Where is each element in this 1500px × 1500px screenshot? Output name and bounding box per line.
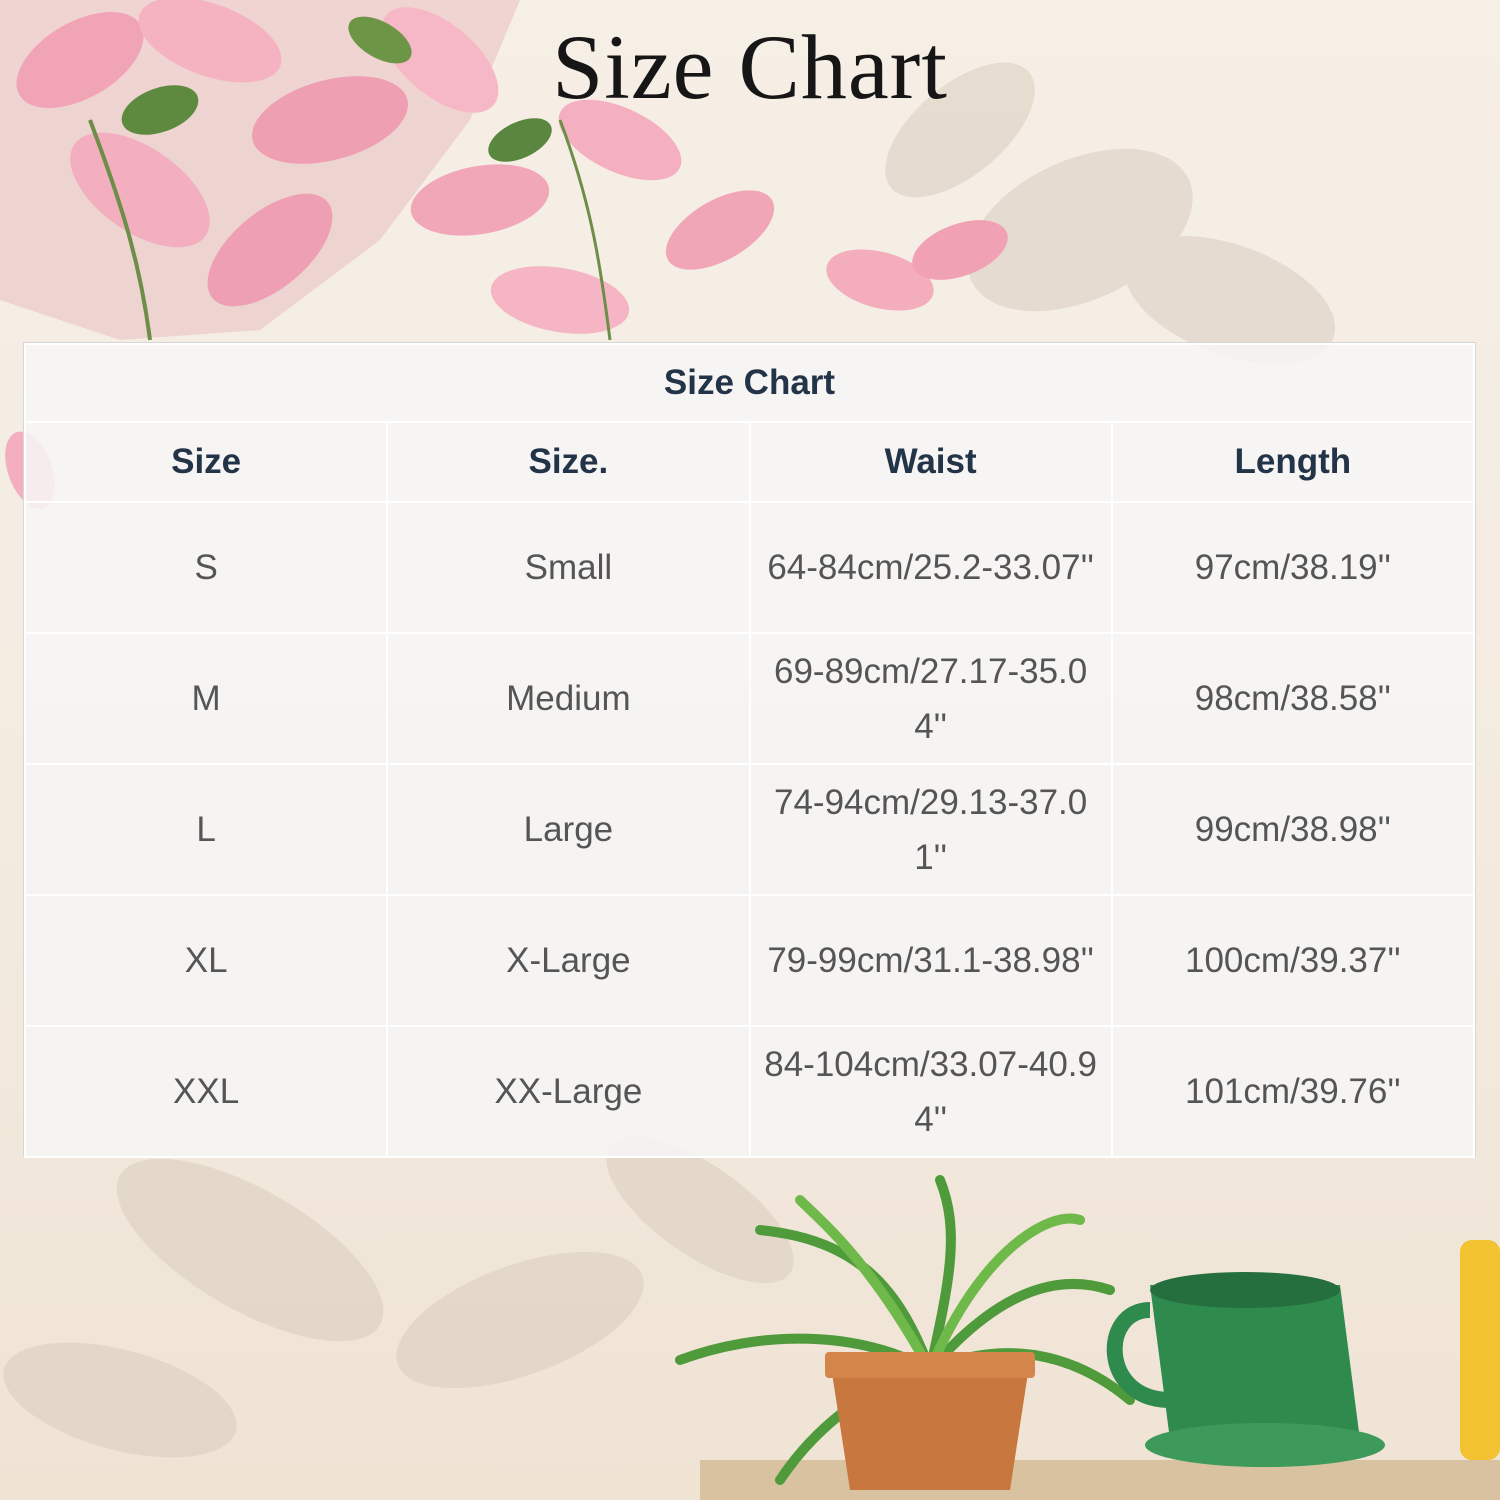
size-cell: XXL [23, 1025, 389, 1158]
table-row: XXL XX-Large 84-104cm/33.07-40.94'' 101c… [23, 1025, 1476, 1158]
terracotta-pot [830, 1360, 1030, 1490]
table-row: L Large 74-94cm/29.13-37.01'' 99cm/38.98… [23, 763, 1476, 896]
waist-cell: 69-89cm/27.17-35.04'' [748, 632, 1113, 765]
table-row: XL X-Large 79-99cm/31.1-38.98'' 100cm/39… [23, 894, 1476, 1027]
size-chart-table: Size Chart Size Size. Waist Length S Sma… [23, 343, 1476, 1158]
size-cell: XL [23, 894, 389, 1027]
waist-cell: 84-104cm/33.07-40.94'' [748, 1025, 1113, 1158]
size-chart-table-container: Size Chart Size Size. Waist Length S Sma… [23, 342, 1476, 1158]
length-cell: 99cm/38.98'' [1110, 763, 1476, 896]
size-name-cell: XX-Large [386, 1025, 751, 1158]
table-row: M Medium 69-89cm/27.17-35.04'' 98cm/38.5… [23, 632, 1476, 765]
column-header-length: Length [1110, 421, 1476, 503]
column-header-waist: Waist [748, 421, 1113, 503]
green-mug [1106, 1272, 1385, 1467]
size-name-cell: Medium [386, 632, 751, 765]
table-caption: Size Chart [24, 343, 1475, 423]
waist-cell: 74-94cm/29.13-37.01'' [748, 763, 1113, 896]
waist-cell: 79-99cm/31.1-38.98'' [748, 894, 1113, 1027]
table-header-row: Size Size. Waist Length [23, 421, 1476, 503]
size-cell: M [23, 632, 389, 765]
size-name-cell: Large [386, 763, 751, 896]
size-name-cell: X-Large [386, 894, 751, 1027]
length-cell: 98cm/38.58'' [1110, 632, 1476, 765]
table-row: S Small 64-84cm/25.2-33.07'' 97cm/38.19'… [23, 501, 1476, 634]
column-header-size: Size [23, 421, 389, 503]
size-cell: S [23, 501, 389, 634]
size-name-cell: Small [386, 501, 751, 634]
yellow-object [1460, 1240, 1500, 1460]
length-cell: 101cm/39.76'' [1110, 1025, 1476, 1158]
length-cell: 100cm/39.37'' [1110, 894, 1476, 1027]
size-cell: L [23, 763, 389, 896]
page-title: Size Chart [552, 16, 948, 118]
shelf [700, 1460, 1500, 1500]
length-cell: 97cm/38.19'' [1110, 501, 1476, 634]
waist-cell: 64-84cm/25.2-33.07'' [748, 501, 1113, 634]
column-header-size-name: Size. [386, 421, 751, 503]
